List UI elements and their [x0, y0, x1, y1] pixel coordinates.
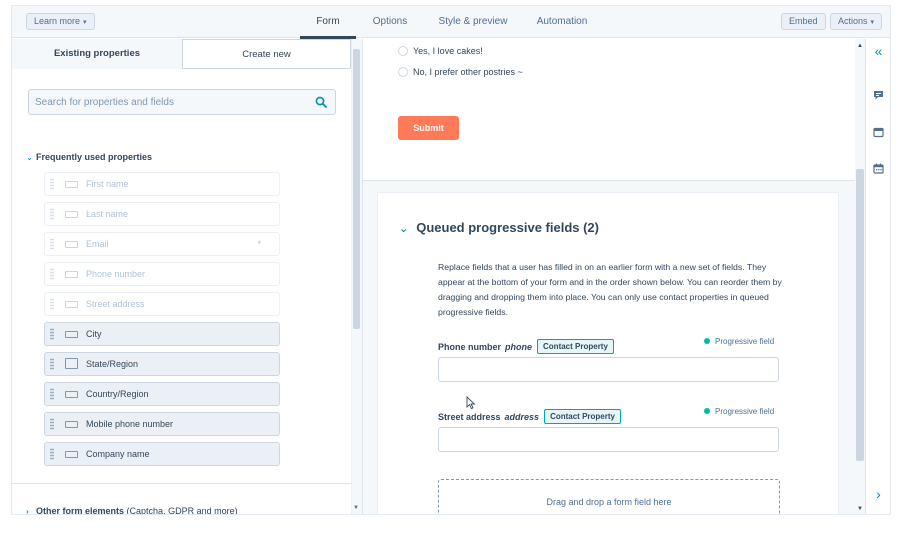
field-last-name: Last name — [44, 202, 280, 226]
text-field-icon — [65, 271, 78, 278]
chevron-right-icon[interactable]: › — [872, 487, 885, 501]
tab-style-preview[interactable]: Style & preview — [436, 6, 510, 38]
queued-fields-toggle[interactable]: ⌄ Queued progressive fields (2) — [399, 220, 599, 235]
tab-existing-properties[interactable]: Existing properties — [12, 39, 183, 69]
field-city[interactable]: City — [44, 322, 280, 346]
field-state-region[interactable]: State/Region — [44, 352, 280, 376]
field-label: Email — [86, 239, 109, 249]
radio-circle-icon — [398, 46, 408, 56]
field-label: First name — [86, 179, 129, 189]
other-form-elements-toggle[interactable]: › Other form elements (Captcha, GDPR and … — [26, 506, 238, 514]
field-label: State/Region — [86, 359, 139, 369]
status-dot-icon — [704, 408, 710, 414]
tab-automation[interactable]: Automation — [534, 6, 590, 38]
right-sidebar: « › — [865, 39, 890, 514]
text-field-icon — [65, 391, 78, 398]
queued-progressive-fields-card: ⌄ Queued progressive fields (2) Replace f… — [377, 192, 839, 514]
drag-handle-icon — [50, 268, 54, 280]
top-bar: Learn more ▾ Form Options Style & preview… — [12, 6, 890, 39]
text-field-icon — [65, 451, 78, 458]
caret-down-icon: ▾ — [83, 19, 87, 26]
required-mark: * — [257, 239, 261, 249]
properties-tabs: Existing properties Create new — [12, 39, 351, 69]
radio-circle-icon — [398, 67, 408, 77]
form-editor: Learn more ▾ Form Options Style & preview… — [12, 6, 890, 514]
chevron-down-icon: ⌄ — [399, 223, 409, 235]
field-label: Last name — [86, 209, 129, 219]
chat-bubble-icon[interactable] — [872, 89, 885, 102]
canvas-scrollbar-thumb[interactable] — [856, 169, 864, 461]
divider — [12, 483, 351, 484]
dropdown-field-icon — [65, 358, 78, 369]
queued-field-label: Street address address Contact Property — [438, 409, 621, 424]
scroll-down-arrow-icon[interactable]: ▼ — [857, 506, 863, 512]
field-label: Mobile phone number — [86, 419, 174, 429]
chevron-right-icon: › — [26, 507, 29, 514]
panel-scrollbar-thumb[interactable] — [353, 49, 360, 329]
drag-handle-icon — [50, 178, 54, 190]
queued-field-label: Phone number phone Contact Property — [438, 339, 614, 354]
learn-more-button[interactable]: Learn more ▾ — [26, 13, 95, 30]
caret-down-icon: ▾ — [870, 19, 875, 26]
field-company-name[interactable]: Company name — [44, 442, 280, 466]
text-field-icon — [65, 181, 78, 188]
text-field-icon — [65, 331, 78, 338]
text-field-icon — [65, 301, 78, 308]
field-street-address: Street address — [44, 292, 280, 316]
radio-option[interactable]: Yes, I love cakes! — [398, 46, 483, 56]
frequent-properties-toggle[interactable]: ⌄ Frequently used properties — [26, 152, 152, 162]
drag-handle-icon[interactable] — [50, 448, 54, 460]
field-label: Company name — [86, 449, 150, 459]
field-label: City — [86, 329, 102, 339]
field-country-region[interactable]: Country/Region — [44, 382, 280, 406]
status-dot-icon — [704, 338, 710, 344]
actions-button[interactable]: Actions ▾ — [830, 13, 883, 30]
contact-property-badge: Contact Property — [537, 339, 614, 354]
field-label: Phone number — [86, 269, 146, 279]
search-icon[interactable] — [315, 96, 327, 108]
tab-form[interactable]: Form — [300, 6, 356, 39]
scroll-down-arrow-icon[interactable]: ▼ — [353, 505, 359, 511]
street-address-input[interactable] — [438, 427, 779, 452]
form-canvas: Yes, I love cakes! No, I prefer other po… — [362, 39, 866, 514]
chevron-down-icon: ⌄ — [26, 153, 33, 162]
drag-handle-icon — [50, 298, 54, 310]
drag-handle-icon — [50, 208, 54, 220]
drag-handle-icon — [50, 238, 54, 250]
radio-option[interactable]: No, I prefer other postries ~ — [398, 67, 523, 77]
field-email: Email * — [44, 232, 280, 256]
field-label: Street address — [86, 299, 145, 309]
phone-number-input[interactable] — [438, 357, 779, 382]
field-mobile-phone-number[interactable]: Mobile phone number — [44, 412, 280, 436]
drag-handle-icon[interactable] — [50, 388, 54, 400]
field-dropzone[interactable]: Drag and drop a form field here — [438, 479, 780, 514]
double-chevron-left-icon[interactable]: « — [872, 44, 885, 58]
embed-button[interactable]: Embed — [781, 13, 826, 30]
field-phone-number: Phone number — [44, 262, 280, 286]
field-first-name: First name — [44, 172, 280, 196]
drag-handle-icon[interactable] — [50, 328, 54, 340]
field-label: Country/Region — [86, 389, 149, 399]
drag-handle-icon[interactable] — [50, 418, 54, 430]
window-icon[interactable] — [872, 126, 885, 139]
progressive-field-status: Progressive field — [704, 407, 774, 416]
mouse-cursor-icon — [466, 396, 476, 410]
property-search — [28, 89, 336, 115]
submit-button[interactable]: Submit — [398, 116, 459, 140]
calendar-icon[interactable] — [872, 162, 885, 175]
tab-options[interactable]: Options — [368, 6, 412, 38]
progressive-field-status: Progressive field — [704, 337, 774, 346]
queued-fields-description: Replace fields that a user has filled in… — [438, 262, 782, 317]
search-input[interactable] — [29, 90, 309, 114]
text-field-icon — [65, 241, 78, 248]
properties-panel: Existing properties Create new ⌄Frequent… — [12, 39, 362, 514]
scroll-up-arrow-icon[interactable]: ▲ — [857, 43, 863, 49]
drag-handle-icon[interactable] — [50, 358, 54, 370]
text-field-icon — [65, 421, 78, 428]
contact-property-badge: Contact Property — [544, 409, 621, 424]
form-preview: Yes, I love cakes! No, I prefer other po… — [363, 39, 866, 181]
tab-create-new[interactable]: Create new — [183, 39, 351, 69]
text-field-icon — [65, 211, 78, 218]
